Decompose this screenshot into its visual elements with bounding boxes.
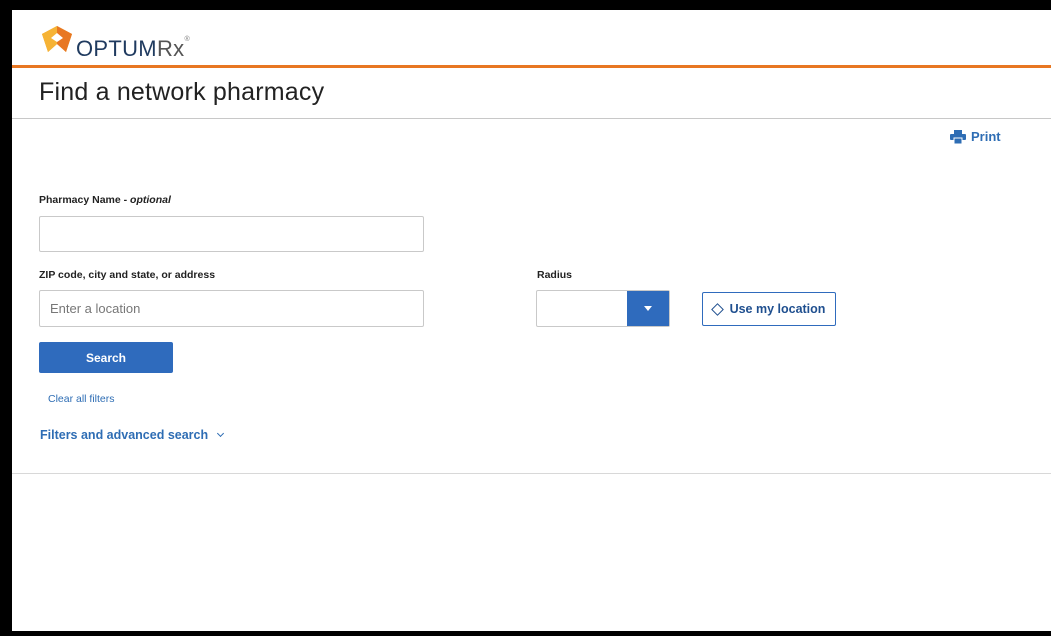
use-my-location-button[interactable]: Use my location [702, 292, 836, 326]
location-label: ZIP code, city and state, or address [39, 269, 216, 281]
filters-advanced-search-toggle[interactable]: Filters and advanced search [40, 428, 225, 442]
section-divider [12, 473, 1051, 474]
optumrx-logo: OPTUMRx® [40, 16, 190, 68]
dropdown-caret-icon[interactable] [627, 291, 669, 326]
logo-text-optum: OPTUM [76, 36, 157, 61]
printer-icon [950, 129, 966, 144]
location-diamond-icon [710, 302, 724, 316]
pharmacy-name-input[interactable] [39, 216, 424, 252]
page-title: Find a network pharmacy [39, 78, 325, 106]
print-button[interactable]: Print [950, 129, 1001, 144]
radius-select[interactable] [536, 290, 670, 327]
optional-tag: optional [130, 194, 171, 206]
pharmacy-name-label: Pharmacy Name - optional [39, 194, 171, 206]
radius-label: Radius [537, 269, 573, 281]
logo-text-rx: Rx [156, 36, 185, 61]
clear-all-filters-link[interactable]: Clear all filters [48, 393, 115, 405]
location-input[interactable] [39, 290, 424, 327]
print-label: Print [971, 129, 1001, 144]
app-window: OPTUMRx® Find a network pharmacy Print P… [12, 10, 1051, 631]
header-accent-bar [12, 65, 1051, 68]
title-divider [12, 118, 1051, 119]
use-my-location-label: Use my location [729, 302, 826, 316]
search-button[interactable]: Search [39, 342, 173, 373]
filters-advanced-search-label: Filters and advanced search [40, 428, 209, 442]
chevron-down-icon [217, 429, 225, 438]
optum-logo-icon [42, 26, 72, 52]
registered-mark: ® [184, 36, 190, 43]
